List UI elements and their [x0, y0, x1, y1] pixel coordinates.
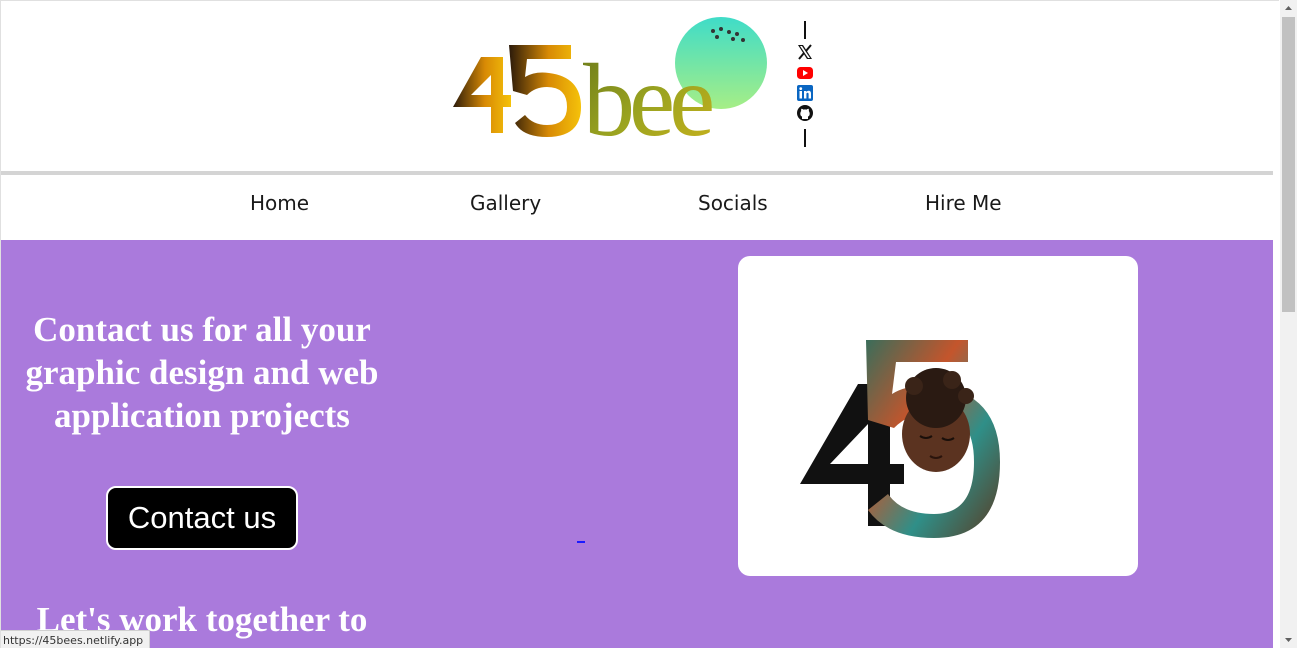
nav-home[interactable]: Home: [250, 191, 309, 215]
site-header: bee: [1, 1, 1273, 171]
hero-logo-image: [800, 340, 1000, 538]
youtube-icon[interactable]: [796, 64, 814, 82]
linkedin-icon[interactable]: [796, 84, 814, 102]
contact-us-button[interactable]: Contact us: [106, 486, 298, 550]
nav-socials[interactable]: Socials: [698, 191, 768, 215]
scroll-down-icon[interactable]: [1280, 631, 1297, 648]
github-icon[interactable]: [796, 104, 814, 122]
scroll-up-icon[interactable]: [1280, 0, 1297, 17]
social-divider-bottom: [804, 129, 806, 147]
hero-heading: Contact us for all your graphic design a…: [25, 310, 379, 435]
small-link[interactable]: [577, 541, 585, 543]
vertical-scrollbar[interactable]: [1280, 0, 1297, 648]
site-logo[interactable]: bee: [451, 15, 769, 145]
scroll-thumb[interactable]: [1282, 17, 1295, 312]
nav-hire-me[interactable]: Hire Me: [925, 191, 1002, 215]
page: bee Home Gallery Socials Hire Me Contact…: [0, 0, 1279, 648]
status-bar-url: https://45bees.netlify.app: [1, 630, 151, 648]
svg-text:bee: bee: [583, 43, 712, 145]
hero-image-card: [738, 256, 1138, 576]
social-links: [795, 21, 815, 149]
hero-section: Contact us for all your graphic design a…: [1, 240, 1273, 648]
social-divider-top: [804, 21, 806, 39]
main-nav: Home Gallery Socials Hire Me: [1, 175, 1273, 240]
nav-gallery[interactable]: Gallery: [470, 191, 541, 215]
x-icon[interactable]: [796, 43, 814, 61]
